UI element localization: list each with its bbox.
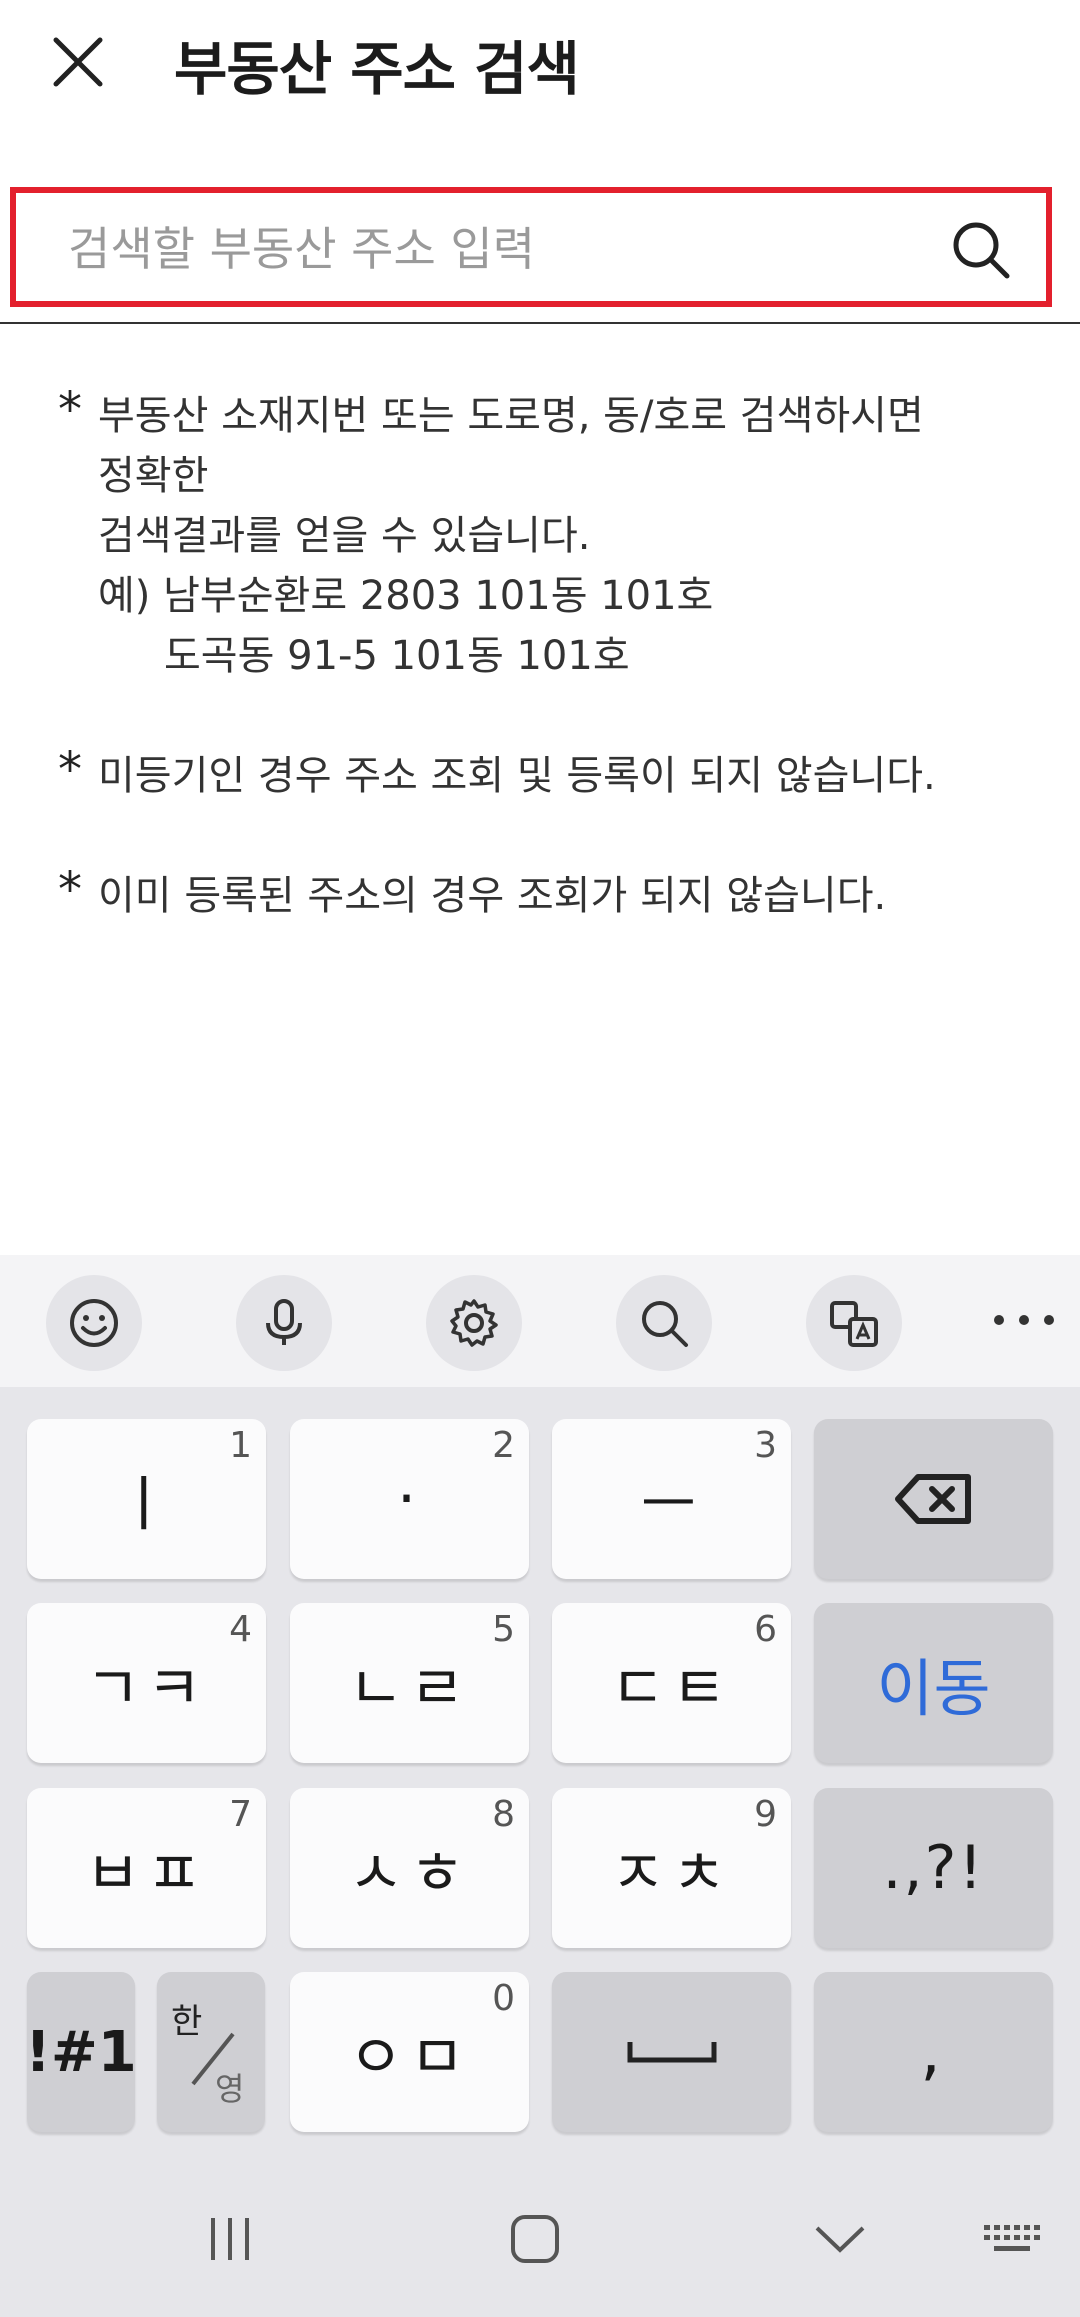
- comma-key[interactable]: ,: [814, 1972, 1053, 2132]
- key-dot[interactable]: · 2: [290, 1419, 529, 1579]
- home-icon: [511, 2215, 559, 2263]
- asterisk: *: [58, 382, 82, 438]
- note-line: 검색결과를 얻을 수 있습니다.: [98, 513, 591, 559]
- key-o-m[interactable]: ㅇㅁ 0: [290, 1972, 529, 2132]
- key-eu[interactable]: ㅡ 3: [552, 1419, 791, 1579]
- more-button[interactable]: [994, 1295, 1054, 1345]
- recent-apps-button[interactable]: [200, 2209, 260, 2269]
- note-example: 도곡동 91-5 101동 101호: [164, 633, 630, 679]
- header: 부동산 주소 검색: [0, 0, 1080, 130]
- chevron-down-icon: [815, 2226, 865, 2253]
- go-key[interactable]: 이동: [814, 1603, 1053, 1763]
- keyboard-toolbar: [0, 1255, 1080, 1387]
- search-icon: [642, 1301, 688, 1347]
- translate-icon: [830, 1301, 878, 1347]
- page-title: 부동산 주소 검색: [174, 35, 580, 103]
- key-j-ch[interactable]: ㅈㅊ 9: [552, 1788, 791, 1948]
- note-item: * 이미 등록된 주소의 경우 조회가 되지 않습니다.: [58, 862, 1048, 926]
- search-icon: [953, 222, 1010, 279]
- keyboard-switch-button[interactable]: [980, 2209, 1044, 2269]
- emoji-icon: [70, 1299, 118, 1347]
- search-notes: * 부동산 소재지번 또는 도로명, 동/호로 검색하시면 정확한 검색결과를 …: [58, 382, 1048, 986]
- key-i[interactable]: ㅣ 1: [27, 1419, 266, 1579]
- voice-input-button[interactable]: [236, 1275, 332, 1371]
- asterisk: *: [58, 742, 82, 798]
- punctuation-key[interactable]: .,?!: [814, 1788, 1053, 1948]
- close-icon: [53, 37, 103, 87]
- key-n-r[interactable]: ㄴㄹ 5: [290, 1603, 529, 1763]
- key-b-p[interactable]: ㅂㅍ 7: [27, 1788, 266, 1948]
- divider: [0, 322, 1080, 324]
- note-line: 미등기인 경우 주소 조회 및 등록이 되지 않습니다.: [98, 753, 936, 799]
- hide-keyboard-button[interactable]: [810, 2209, 870, 2269]
- backspace-key[interactable]: [814, 1419, 1053, 1579]
- space-icon: [627, 2042, 716, 2063]
- key-g-k[interactable]: ㄱㅋ 4: [27, 1603, 266, 1763]
- settings-button[interactable]: [426, 1275, 522, 1371]
- emoji-button[interactable]: [46, 1275, 142, 1371]
- note-line: 이미 등록된 주소의 경우 조회가 되지 않습니다.: [98, 873, 887, 919]
- close-button[interactable]: [48, 32, 108, 92]
- microphone-icon: [266, 1299, 302, 1345]
- note-item: * 미등기인 경우 주소 조회 및 등록이 되지 않습니다.: [58, 742, 1048, 806]
- more-icon: [994, 1315, 1004, 1325]
- lang-hangul: 한: [171, 2002, 203, 2042]
- note-line: 부동산 소재지번 또는 도로명, 동/호로 검색하시면: [98, 393, 924, 439]
- symbols-key[interactable]: !#1: [25, 1972, 137, 2132]
- asterisk: *: [58, 862, 82, 918]
- note-line: 정확한: [98, 453, 209, 499]
- key-s-h[interactable]: ㅅㅎ 8: [290, 1788, 529, 1948]
- search-box: [10, 187, 1052, 307]
- keyboard-icon: [984, 2225, 1040, 2251]
- backspace-icon: [894, 1474, 971, 1524]
- note-example: 예) 남부순환로 2803 101동 101호: [98, 573, 714, 619]
- search-button[interactable]: [950, 219, 1012, 281]
- note-item: * 부동산 소재지번 또는 도로명, 동/호로 검색하시면 정확한 검색결과를 …: [58, 382, 1048, 686]
- keyboard-search-button[interactable]: [616, 1275, 712, 1371]
- language-switch-key[interactable]: 한 영: [157, 1972, 265, 2132]
- home-button[interactable]: [505, 2209, 565, 2269]
- lang-english: 영: [215, 2070, 245, 2108]
- space-key[interactable]: [552, 1972, 791, 2132]
- translate-button[interactable]: [806, 1275, 902, 1371]
- gear-icon: [450, 1299, 498, 1347]
- navigation-bar: [0, 2157, 1080, 2317]
- recent-apps-icon: [211, 2218, 249, 2260]
- key-d-t[interactable]: ㄷㅌ 6: [552, 1603, 791, 1763]
- search-input[interactable]: [66, 215, 930, 283]
